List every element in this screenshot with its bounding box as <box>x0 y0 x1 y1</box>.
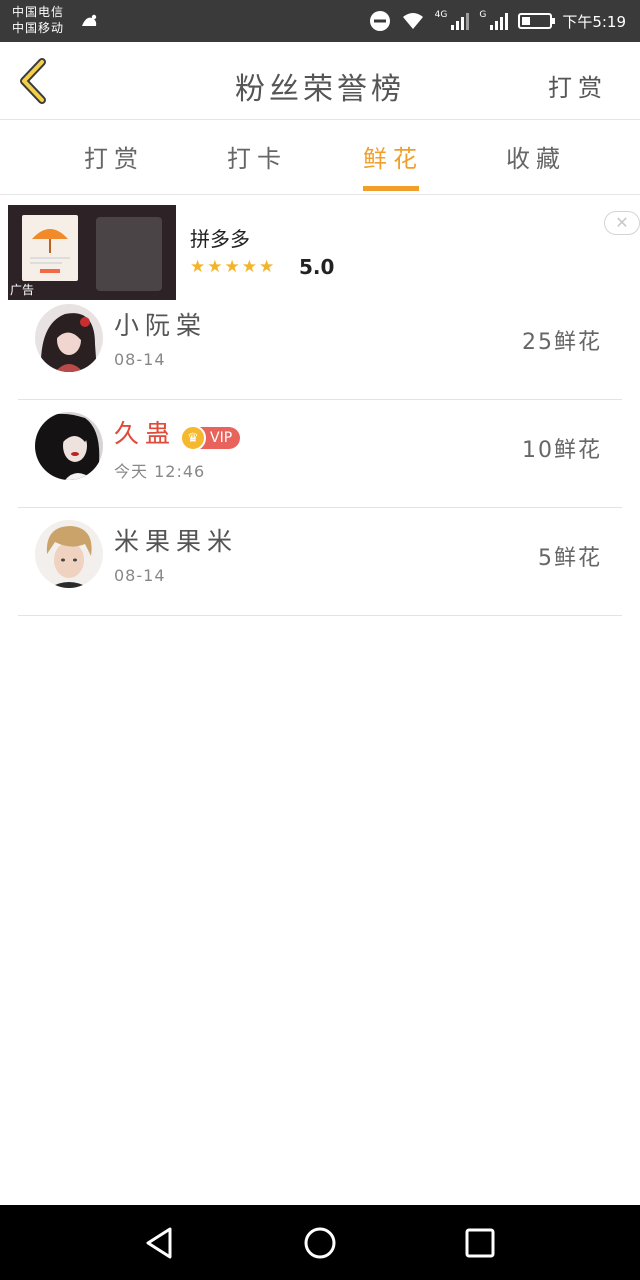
battery-icon <box>518 13 556 29</box>
tab-reward[interactable]: 打赏 <box>84 139 144 174</box>
reward-button[interactable]: 打赏 <box>548 68 608 103</box>
carrier-info: 中国电信 中国移动 <box>12 4 64 36</box>
notification-icon <box>82 14 97 26</box>
fan-name: 米果果米 <box>114 527 239 556</box>
active-tab-indicator <box>363 186 419 191</box>
ad-image-blur <box>96 217 162 291</box>
system-nav-bar <box>0 1205 640 1280</box>
close-icon[interactable]: ✕ <box>604 211 640 235</box>
ad-score: 5.0 <box>299 255 335 279</box>
network-type-2: G <box>479 10 487 20</box>
avatar[interactable] <box>35 412 103 480</box>
dnd-icon <box>369 11 390 31</box>
tab-favorites[interactable]: 收藏 <box>506 139 566 174</box>
avatar[interactable] <box>35 520 103 588</box>
crown-icon: ♛ <box>180 425 206 451</box>
carrier-name-2: 中国移动 <box>12 21 65 35</box>
nav-home-icon[interactable] <box>302 1225 338 1261</box>
fan-name: 久蛊 <box>114 419 177 448</box>
ad-banner[interactable]: 广告 拼多多 ★★★★★ 5.0 ✕ <box>8 205 640 300</box>
fan-time: 08-14 <box>114 350 166 369</box>
list-item[interactable]: 小阮棠 08-14 25鲜花 <box>18 292 622 400</box>
network-type-1: 4G <box>434 10 448 20</box>
ad-image[interactable]: 广告 <box>8 205 176 300</box>
flower-count: 5鲜花 <box>538 546 602 571</box>
page-title: 粉丝荣誉榜 <box>235 72 405 107</box>
signal-icon-2 <box>490 12 509 30</box>
tab-checkin[interactable]: 打卡 <box>227 139 287 174</box>
nav-recents-icon[interactable] <box>462 1225 498 1261</box>
fan-time: 今天 12:46 <box>114 462 206 481</box>
fan-name: 小阮棠 <box>114 311 208 340</box>
app-header: 粉丝荣誉榜 打赏 <box>0 42 640 120</box>
ad-title[interactable]: 拼多多 <box>190 223 250 252</box>
wifi-icon <box>402 13 423 29</box>
tab-flowers[interactable]: 鲜花 <box>363 139 423 174</box>
tab-bar: 打赏 打卡 鲜花 收藏 <box>0 121 640 195</box>
flower-count: 10鲜花 <box>522 438 602 463</box>
vip-badge: ♛ VIP <box>180 425 241 451</box>
clock: 下午5:19 <box>562 12 626 31</box>
ad-image-card <box>22 215 78 281</box>
avatar[interactable] <box>35 304 103 372</box>
carrier-name-1: 中国电信 <box>12 5 65 19</box>
nav-back-icon[interactable] <box>142 1225 178 1261</box>
status-bar: 中国电信 中国移动 4G G 下午5:19 <box>0 0 640 42</box>
fan-time: 08-14 <box>114 566 166 585</box>
signal-icon <box>451 12 470 30</box>
list-item[interactable]: 久蛊 ♛ VIP 今天 12:46 10鲜花 <box>18 400 622 508</box>
list-item[interactable]: 米果果米 08-14 5鲜花 <box>18 508 622 616</box>
umbrella-icon <box>30 229 70 273</box>
flower-count: 25鲜花 <box>522 330 602 355</box>
star-rating-icon: ★★★★★ <box>190 257 277 277</box>
